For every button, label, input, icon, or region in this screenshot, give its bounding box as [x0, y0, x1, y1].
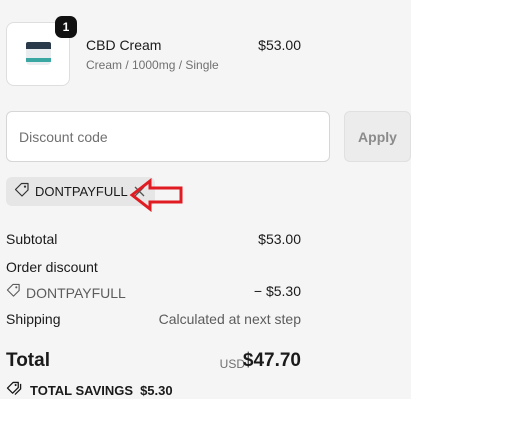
product-name: CBD Cream [86, 37, 162, 53]
annotation-arrow [129, 178, 183, 212]
order-summary-panel: 1 CBD Cream Cream / 1000mg / Single $53.… [0, 0, 411, 399]
tag-icon [14, 182, 30, 201]
total-savings: TOTAL SAVINGS $5.30 [6, 381, 173, 399]
quantity-badge: 1 [55, 16, 77, 38]
discount-code-input[interactable] [6, 111, 330, 162]
total-label: Total [6, 350, 50, 371]
currency-code: USD [219, 357, 245, 371]
tag-icon [6, 283, 21, 303]
discount-code-label: DONTPAYFULL [26, 285, 126, 301]
discount-amount: − $5.30 [253, 283, 301, 299]
product-variant: Cream / 1000mg / Single [86, 58, 219, 72]
total-savings-label: TOTAL SAVINGS [30, 382, 134, 398]
total-value: $47.70 [242, 350, 301, 371]
discount-code-row: DONTPAYFULL [6, 283, 126, 303]
total-savings-value: $5.30 [140, 382, 173, 398]
apply-button[interactable]: Apply [344, 111, 411, 162]
subtotal-value: $53.00 [258, 231, 301, 247]
savings-tag-icon [6, 381, 23, 399]
shipping-label: Shipping [6, 311, 61, 327]
product-price: $53.00 [258, 37, 301, 53]
applied-discount-code: DONTPAYFULL [35, 184, 128, 199]
order-discount-label: Order discount [6, 259, 98, 275]
cream-jar-icon [26, 42, 51, 49]
subtotal-label: Subtotal [6, 231, 58, 247]
shipping-value: Calculated at next step [158, 311, 301, 327]
